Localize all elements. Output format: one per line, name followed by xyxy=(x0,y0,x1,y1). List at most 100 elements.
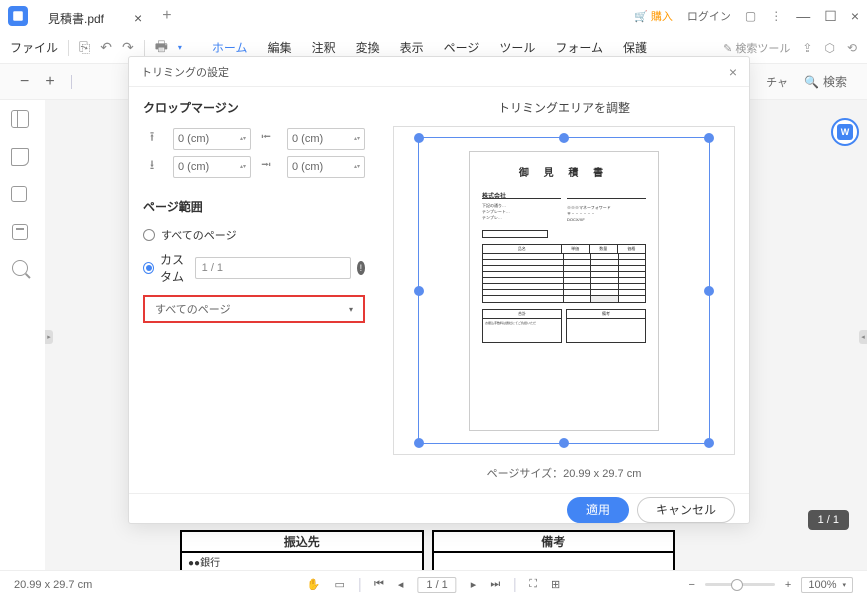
zoom-in-icon[interactable]: + xyxy=(45,73,54,91)
login-link[interactable]: ログイン xyxy=(687,8,731,24)
spinner-icon[interactable]: ▴▾ xyxy=(354,136,360,142)
zoom-in-status-icon[interactable]: + xyxy=(785,579,791,591)
crop-rectangle[interactable] xyxy=(418,137,710,444)
tab-document[interactable]: 見積書.pdf × xyxy=(36,4,154,32)
comment-panel-icon[interactable] xyxy=(11,186,29,204)
last-page-icon[interactable]: ⏭ xyxy=(490,578,500,591)
bookmark-panel-icon[interactable] xyxy=(11,148,29,166)
zoom-select[interactable]: 100%▾ xyxy=(801,577,853,593)
margin-top-input[interactable]: 0 (cm)▴▾ xyxy=(173,128,251,150)
expand-right-icon[interactable]: ◂ xyxy=(859,330,867,344)
search-tool-label[interactable]: ✎ 検索ツール xyxy=(723,40,790,56)
menu-home[interactable]: ホーム xyxy=(212,39,248,56)
chevron-down-icon[interactable]: ▾ xyxy=(178,43,182,52)
preview-title: トリミングエリアを調整 xyxy=(393,99,735,116)
crop-handle[interactable] xyxy=(414,286,424,296)
status-size: 20.99 x 29.7 cm xyxy=(14,579,92,591)
select-tool-icon[interactable]: ▭ xyxy=(335,578,345,591)
cloud-icon[interactable]: ⬡ xyxy=(824,41,834,55)
undo-icon[interactable]: ↶ xyxy=(100,39,112,56)
page-range-dropdown[interactable]: すべてのページ ▾ xyxy=(143,295,365,323)
page-input[interactable]: 1 / 1 xyxy=(417,577,456,593)
search-button[interactable]: 🔍 検索 xyxy=(804,73,847,90)
notification-icon[interactable]: ▢ xyxy=(745,9,756,23)
apply-button[interactable]: 適用 xyxy=(567,497,629,523)
document-preview-bottom: 振込先 ●●銀行●●支店 備考 xyxy=(180,530,675,570)
search-panel-icon[interactable] xyxy=(12,260,28,276)
next-page-icon[interactable]: ▸ xyxy=(471,578,477,591)
custom-page-input[interactable] xyxy=(195,257,351,279)
add-tab-icon[interactable]: + xyxy=(162,7,171,25)
page-size-label: ページサイズ：20.99 x 29.7 cm xyxy=(393,465,735,481)
dialog-close-icon[interactable]: × xyxy=(729,64,737,80)
menu-file[interactable]: ファイル xyxy=(10,39,58,56)
margin-left-input[interactable]: 0 (cm)▴▾ xyxy=(287,128,365,150)
first-page-icon[interactable]: ⏮ xyxy=(374,578,384,591)
trimming-dialog: トリミングの設定 × クロップマージン ⭱ 0 (cm)▴▾ ⭰ 0 (cm)▴… xyxy=(128,56,750,524)
menu-convert[interactable]: 変換 xyxy=(356,39,380,56)
crop-handle[interactable] xyxy=(704,133,714,143)
crop-handle[interactable] xyxy=(414,438,424,448)
settings-icon[interactable]: ⟲ xyxy=(847,41,857,55)
radio-all-pages[interactable]: すべてのページ xyxy=(143,227,365,243)
margin-bottom-icon: ⭳ xyxy=(143,158,161,176)
page-range-label: ページ範囲 xyxy=(143,198,365,215)
crop-preview[interactable]: 御 見 積 書 株式会社 下記の通り… テンプレート… テンプレ… ※※※マネー… xyxy=(393,126,735,455)
menu-form[interactable]: フォーム xyxy=(555,39,603,56)
crop-margin-label: クロップマージン xyxy=(143,99,365,116)
menu-edit[interactable]: 編集 xyxy=(268,39,292,56)
close-tab-icon[interactable]: × xyxy=(134,10,142,26)
margin-bottom-input[interactable]: 0 (cm)▴▾ xyxy=(173,156,251,178)
crop-handle[interactable] xyxy=(559,438,569,448)
margin-top-icon: ⭱ xyxy=(143,130,161,148)
tab-filename: 見積書.pdf xyxy=(48,10,104,27)
spinner-icon[interactable]: ▴▾ xyxy=(240,136,246,142)
dialog-title: トリミングの設定 xyxy=(141,64,229,80)
expand-left-icon[interactable]: ▸ xyxy=(45,330,53,344)
maximize-icon[interactable]: ☐ xyxy=(824,8,837,25)
zoom-out-icon[interactable]: − xyxy=(20,73,29,91)
peek-header-1: 振込先 xyxy=(182,532,422,553)
attachment-panel-icon[interactable] xyxy=(12,224,28,240)
radio-on-icon[interactable] xyxy=(143,262,154,274)
thumbnail-panel-icon[interactable] xyxy=(11,110,29,128)
buy-link[interactable]: 🛒 購入 xyxy=(634,8,673,24)
margin-right-icon: ⭲ xyxy=(257,158,275,176)
redo-icon[interactable]: ↷ xyxy=(122,39,134,56)
page-badge: 1 / 1 xyxy=(808,510,849,530)
app-icon xyxy=(8,6,28,26)
search-icon: 🔍 xyxy=(804,75,819,89)
fit-width-icon[interactable]: ⛶ xyxy=(529,578,537,591)
cancel-button[interactable]: キャンセル xyxy=(637,497,735,523)
panel-icon[interactable]: ⎘ xyxy=(79,39,90,56)
info-icon[interactable]: ! xyxy=(357,261,365,275)
kebab-menu-icon[interactable]: ⋮ xyxy=(770,9,782,23)
crop-handle[interactable] xyxy=(704,286,714,296)
prev-page-icon[interactable]: ◂ xyxy=(398,578,404,591)
spinner-icon[interactable]: ▴▾ xyxy=(240,164,246,170)
share-icon[interactable]: ⇪ xyxy=(802,41,812,55)
minimize-icon[interactable]: — xyxy=(796,8,810,25)
radio-off-icon xyxy=(143,229,155,241)
subtoolbar-suffix: チャ xyxy=(766,74,788,90)
fit-page-icon[interactable]: ⊞ xyxy=(551,578,560,591)
menu-annotate[interactable]: 注釈 xyxy=(312,39,336,56)
crop-handle[interactable] xyxy=(559,133,569,143)
menu-tool[interactable]: ツール xyxy=(499,39,535,56)
convert-badge-icon[interactable]: W xyxy=(831,118,859,146)
menu-page[interactable]: ページ xyxy=(444,39,480,56)
menu-view[interactable]: 表示 xyxy=(400,39,424,56)
radio-custom-label: カスタム xyxy=(160,251,189,285)
chevron-down-icon: ▾ xyxy=(349,305,353,314)
zoom-out-status-icon[interactable]: − xyxy=(688,579,694,591)
crop-handle[interactable] xyxy=(414,133,424,143)
spinner-icon[interactable]: ▴▾ xyxy=(354,164,360,170)
hand-tool-icon[interactable]: ✋ xyxy=(307,578,321,591)
menu-protect[interactable]: 保護 xyxy=(623,39,647,56)
margin-left-icon: ⭰ xyxy=(257,130,275,148)
menu-tabs: ホーム 編集 注釈 変換 表示 ページ ツール フォーム 保護 xyxy=(212,39,647,56)
crop-handle[interactable] xyxy=(704,438,714,448)
zoom-slider[interactable] xyxy=(705,583,775,586)
margin-right-input[interactable]: 0 (cm)▴▾ xyxy=(287,156,365,178)
window-close-icon[interactable]: × xyxy=(851,8,859,25)
